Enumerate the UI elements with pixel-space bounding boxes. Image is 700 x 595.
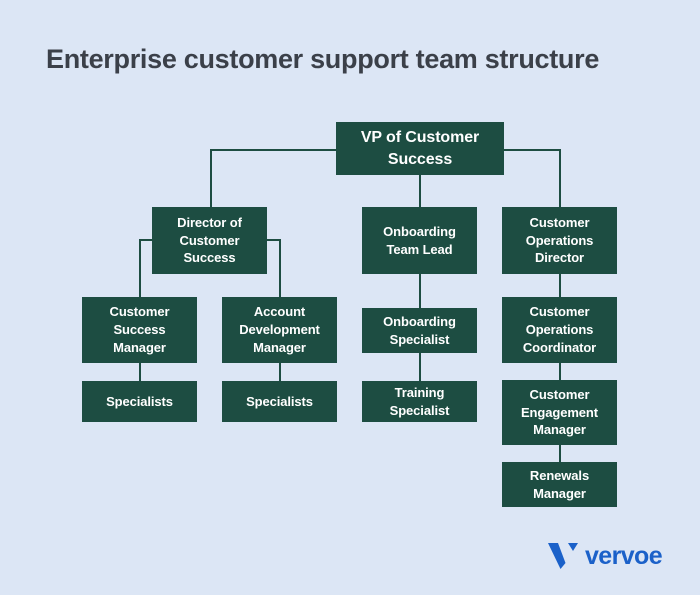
node-specialists-customer-success[interactable]: Specialists <box>82 381 197 422</box>
node-onboarding-specialist[interactable]: Onboarding Specialist <box>362 308 477 353</box>
connector-director-bus-right <box>265 239 280 241</box>
connector-csm-to-specialists <box>139 363 141 381</box>
node-label: Renewals Manager <box>529 467 590 501</box>
node-specialists-account-development[interactable]: Specialists <box>222 381 337 422</box>
connector-ops-director-to-coordinator <box>559 274 561 297</box>
node-label: Director of Customer Success <box>177 214 242 266</box>
connector-engagement-manager-to-renewals <box>559 445 561 462</box>
vervoe-wordmark: vervoe <box>585 541 663 570</box>
node-label: Training Specialist <box>389 384 450 418</box>
node-customer-operations-coordinator[interactable]: Customer Operations Coordinator <box>502 297 617 363</box>
node-customer-success-manager[interactable]: Customer Success Manager <box>82 297 197 363</box>
node-renewals-manager[interactable]: Renewals Manager <box>502 462 617 507</box>
connector-onboarding-lead-to-specialist <box>419 274 421 308</box>
node-customer-engagement-manager[interactable]: Customer Engagement Manager <box>502 380 617 445</box>
node-onboarding-team-lead[interactable]: Onboarding Team Lead <box>362 207 477 274</box>
vervoe-logo: vervoe <box>548 538 670 572</box>
node-account-development-manager[interactable]: Account Development Manager <box>222 297 337 363</box>
node-label: Account Development Manager <box>239 304 320 355</box>
node-customer-operations-director[interactable]: Customer Operations Director <box>502 207 617 274</box>
node-label: Customer Operations Director <box>525 214 594 266</box>
connector-onboarding-specialist-to-training <box>419 353 421 381</box>
vervoe-v-mark-icon <box>548 543 578 569</box>
node-label: Customer Engagement Manager <box>520 386 598 438</box>
node-vp-of-customer-success[interactable]: VP of Customer Success <box>336 122 504 175</box>
node-training-specialist[interactable]: Training Specialist <box>362 381 477 422</box>
connector-vp-stem <box>419 175 421 207</box>
node-label: Customer Operations Coordinator <box>522 304 597 355</box>
connector-vp-to-ops-director <box>559 149 561 207</box>
node-label: Customer Success Manager <box>109 304 170 355</box>
node-label: VP of Customer Success <box>360 128 480 168</box>
connector-vp-to-director <box>210 149 212 207</box>
connector-coordinator-to-engagement-manager <box>559 363 561 380</box>
org-chart: VP of Customer Success Director of Custo… <box>0 0 700 595</box>
node-director-of-customer-success[interactable]: Director of Customer Success <box>152 207 267 274</box>
node-label: Onboarding Team Lead <box>383 223 456 257</box>
connector-director-to-adm <box>279 239 281 297</box>
infographic-canvas: Enterprise customer support team structu… <box>0 0 700 595</box>
node-label: Onboarding Specialist <box>383 313 456 347</box>
node-label: Specialists <box>106 393 173 409</box>
node-label: Specialists <box>246 393 313 409</box>
connector-adm-to-specialists <box>279 363 281 381</box>
connector-director-to-csm <box>139 239 141 297</box>
